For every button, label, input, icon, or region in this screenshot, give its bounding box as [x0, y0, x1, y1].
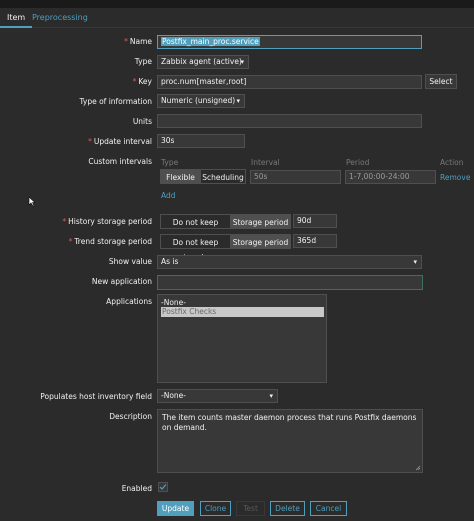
show-value-label: Show value	[108, 257, 152, 266]
custom-remove-link[interactable]: Remove	[440, 173, 470, 182]
key-field[interactable]: proc.num[master,root]	[157, 75, 422, 89]
custom-intervals-label: Custom intervals	[88, 157, 152, 166]
trend-no-keep-toggle[interactable]: Do not keep trends	[160, 234, 231, 262]
custom-col-interval: Interval	[251, 158, 280, 167]
custom-col-action: Action	[440, 158, 464, 167]
clone-button[interactable]: Clone	[200, 501, 231, 516]
update-button[interactable]: Update	[157, 501, 194, 516]
cancel-button[interactable]: Cancel	[310, 501, 347, 516]
name-field[interactable]: Postfix_main_proc.service	[157, 35, 422, 49]
delete-button[interactable]: Delete	[270, 501, 305, 516]
history-label: * History storage period	[62, 217, 152, 226]
enabled-label: Enabled	[121, 484, 152, 493]
test-button: Test	[236, 501, 265, 516]
show-value-select[interactable]: As is ▾	[157, 255, 422, 269]
flexible-toggle[interactable]: Flexible	[160, 169, 201, 184]
update-interval-label: * Update interval	[88, 137, 152, 146]
key-label: * Key	[132, 77, 152, 86]
applications-label: Applications	[106, 297, 152, 306]
new-application-label: New application	[91, 277, 152, 286]
trend-label: * Trend storage period	[68, 237, 152, 246]
mouse-pointer-icon	[28, 196, 36, 207]
new-application-field[interactable]	[157, 275, 423, 290]
custom-col-period: Period	[346, 158, 370, 167]
chevron-down-icon: ▾	[240, 58, 244, 66]
tab-bar: Item Preprocessing	[0, 8, 474, 28]
enabled-checkbox[interactable]	[158, 482, 168, 492]
applications-listbox[interactable]: -None- Postfix Checks	[157, 294, 327, 383]
history-storage-toggle[interactable]: Storage period	[230, 214, 291, 229]
units-label: Units	[132, 117, 152, 126]
scheduling-toggle[interactable]: Scheduling	[200, 169, 246, 184]
description-textarea[interactable]: The item counts master daemon process th…	[157, 409, 423, 473]
chevron-down-icon: ▾	[413, 258, 417, 266]
custom-period-field[interactable]: 1-7,00:00-24:00	[345, 170, 436, 184]
tab-preprocessing[interactable]: Preprocessing	[32, 12, 88, 24]
resize-handle-icon[interactable]	[415, 465, 421, 471]
type-of-information-label: Type of information	[79, 97, 152, 106]
custom-add-link[interactable]: Add	[161, 191, 176, 200]
name-label: * Name	[124, 37, 152, 46]
type-of-information-select[interactable]: Numeric (unsigned) ▾	[157, 94, 245, 108]
custom-interval-field[interactable]: 50s	[250, 170, 341, 184]
description-label: Description	[109, 412, 152, 421]
chevron-down-icon: ▾	[269, 392, 273, 400]
trend-period-field[interactable]: 365d	[293, 234, 337, 248]
check-icon	[159, 484, 167, 490]
type-label: Type	[134, 57, 152, 66]
inventory-field-label: Populates host inventory field	[40, 392, 152, 401]
chevron-down-icon: ▾	[236, 97, 240, 105]
description-text: The item counts master daemon process th…	[162, 413, 417, 432]
history-no-keep-toggle[interactable]: Do not keep history	[160, 214, 231, 242]
trend-storage-toggle[interactable]: Storage period	[230, 234, 291, 249]
history-period-field[interactable]: 90d	[293, 214, 337, 228]
applications-option-postfix-checks[interactable]: Postfix Checks	[161, 307, 324, 317]
tab-item[interactable]: Item	[0, 12, 33, 28]
custom-col-type: Type	[161, 158, 179, 167]
update-interval-field[interactable]: 30s	[157, 134, 245, 148]
inventory-field-select[interactable]: -None- ▾	[157, 389, 278, 403]
key-select-button[interactable]: Select	[425, 74, 457, 89]
units-field[interactable]	[157, 114, 422, 128]
type-select[interactable]: Zabbix agent (active) ▾	[157, 55, 249, 69]
top-header-bar	[0, 0, 474, 8]
